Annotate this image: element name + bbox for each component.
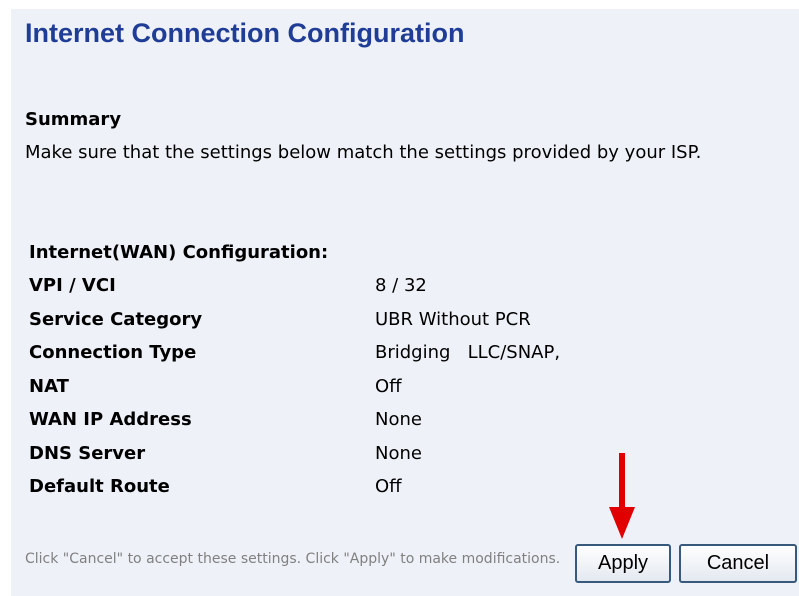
config-label: NAT [29, 375, 69, 397]
config-row-service-category: Service Category UBR Without PCR [29, 309, 669, 343]
config-row-dns-server: DNS Server None [29, 443, 669, 477]
config-row-connection-type: Connection Type Bridging LLC/SNAP, [29, 342, 669, 376]
apply-button[interactable]: Apply [575, 544, 671, 583]
wan-config-heading: Internet(WAN) Configuration: [29, 242, 329, 263]
footer-instructions: Click "Cancel" to accept these settings.… [25, 551, 561, 567]
summary-heading: Summary [25, 109, 122, 130]
config-label: DNS Server [29, 442, 146, 464]
config-value: 8 / 32 [375, 275, 427, 296]
config-value: Off [375, 375, 402, 397]
arrow-down-icon [609, 453, 635, 539]
config-value: Off [375, 476, 402, 497]
config-row-nat: NAT Off [29, 376, 669, 410]
config-row-default-route: Default Route Off [29, 476, 669, 510]
page-title: Internet Connection Configuration [25, 18, 465, 48]
config-label: VPI / VCI [29, 275, 116, 296]
wan-config-table: VPI / VCI 8 / 32 Service Category UBR Wi… [29, 275, 669, 510]
config-label: Connection Type [29, 342, 197, 363]
summary-text: Make sure that the settings below match … [25, 142, 702, 163]
config-row-vpi-vci: VPI / VCI 8 / 32 [29, 275, 669, 309]
config-value: None [375, 409, 422, 430]
config-value: None [375, 442, 422, 464]
cancel-button[interactable]: Cancel [679, 544, 797, 583]
config-label: WAN IP Address [29, 409, 192, 430]
config-value: UBR Without PCR [375, 308, 531, 330]
config-label: Default Route [29, 476, 170, 497]
config-panel: Internet Connection Configuration Summar… [11, 9, 799, 596]
config-label: Service Category [29, 308, 203, 330]
config-value: Bridging LLC/SNAP, [375, 342, 561, 363]
config-row-wan-ip-address: WAN IP Address None [29, 409, 669, 443]
